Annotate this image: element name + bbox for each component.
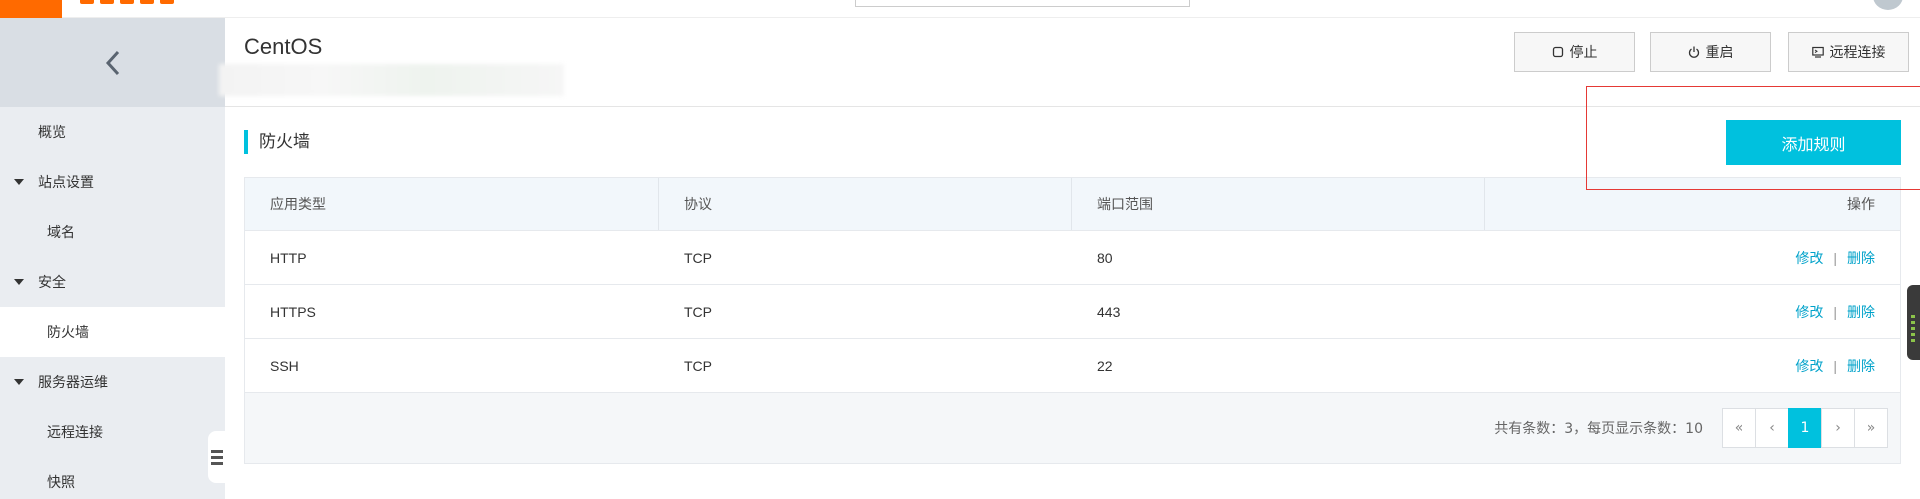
sidebar-item-overview[interactable]: 概览	[0, 107, 225, 157]
sidebar-item-label: 服务器运维	[38, 375, 108, 391]
brand-logo[interactable]	[0, 0, 62, 18]
sidebar-item-label: 域名	[47, 225, 75, 241]
port-cell: 22	[1097, 357, 1113, 374]
app-type-cell: HTTP	[270, 249, 307, 266]
pagination: « ‹ 1 › »	[1722, 408, 1888, 448]
firewall-rules-table: 应用类型 协议 端口范围 操作 HTTP TCP 80 修改 | 删除 HTTP…	[244, 177, 1901, 464]
sidebar-item-remote-connect[interactable]: 远程连接	[0, 407, 225, 457]
stop-icon	[1552, 46, 1564, 58]
delete-link[interactable]: 删除	[1847, 356, 1875, 376]
stop-button[interactable]: 停止	[1514, 32, 1635, 72]
table-row: HTTP TCP 80 修改 | 删除	[245, 231, 1900, 285]
actions-cell: 修改 | 删除	[1485, 285, 1900, 338]
top-navbar	[0, 0, 1920, 18]
sidebar-item-label: 防火墙	[47, 325, 89, 341]
sidebar-collapse-handle[interactable]	[208, 431, 226, 483]
first-page-button[interactable]: «	[1722, 408, 1756, 448]
redacted-instance-info	[219, 64, 564, 96]
section-title: 防火墙	[259, 132, 310, 152]
actions-cell: 修改 | 删除	[1485, 339, 1900, 392]
caret-down-icon	[14, 379, 24, 385]
protocol-cell: TCP	[684, 249, 712, 266]
edit-link[interactable]: 修改	[1795, 302, 1823, 322]
restart-button[interactable]: 重启	[1650, 32, 1771, 72]
last-page-button[interactable]: »	[1854, 408, 1888, 448]
sidebar-group-server-ops[interactable]: 服务器运维	[0, 357, 225, 407]
port-cell: 80	[1097, 249, 1113, 266]
sidebar-item-snapshot[interactable]: 快照	[0, 457, 225, 499]
top-search-input[interactable]	[855, 0, 1190, 7]
column-header: 协议	[659, 178, 1072, 230]
main-content: CentOS 停止 重启 远程连接 防火墙 添加规则 应用类型 协议 端口范围 …	[219, 18, 1920, 499]
avatar[interactable]	[1873, 0, 1903, 10]
remote-terminal-icon	[1811, 46, 1824, 58]
separator: |	[1833, 249, 1837, 266]
sidebar-item-domain[interactable]: 域名	[0, 207, 225, 257]
table-footer: 共有条数：3，每页显示条数：10 « ‹ 1 › »	[245, 393, 1900, 463]
sidebar-item-firewall[interactable]: 防火墙	[0, 307, 225, 357]
current-page-button[interactable]: 1	[1788, 408, 1822, 448]
remote-connect-button[interactable]: 远程连接	[1788, 32, 1909, 72]
delete-link[interactable]: 删除	[1847, 248, 1875, 268]
page-title: CentOS	[244, 34, 323, 59]
column-header: 应用类型	[245, 178, 659, 230]
protocol-cell: TCP	[684, 357, 712, 374]
sidebar-item-label: 概览	[38, 125, 66, 141]
separator: |	[1833, 303, 1837, 320]
sidebar-header	[0, 18, 225, 107]
table-row: SSH TCP 22 修改 | 删除	[245, 339, 1900, 393]
brand-wordmark	[80, 0, 180, 4]
port-cell: 443	[1097, 303, 1121, 320]
section-accent-bar	[244, 130, 248, 154]
sidebar-item-label: 站点设置	[38, 175, 94, 191]
delete-link[interactable]: 删除	[1847, 302, 1875, 322]
sidebar: 概览 站点设置 域名 安全 防火墙 服务器运维 远程连接 快照	[0, 18, 226, 499]
edit-link[interactable]: 修改	[1795, 356, 1823, 376]
caret-down-icon	[14, 179, 24, 185]
total-count-text: 共有条数：3，每页显示条数：10	[1494, 421, 1703, 437]
sidebar-item-label: 远程连接	[47, 425, 103, 441]
caret-down-icon	[14, 279, 24, 285]
sidebar-group-site-settings[interactable]: 站点设置	[0, 157, 225, 207]
protocol-cell: TCP	[684, 303, 712, 320]
power-icon	[1688, 46, 1700, 58]
sidebar-item-label: 快照	[47, 475, 75, 491]
actions-cell: 修改 | 删除	[1485, 231, 1900, 284]
chevron-left-icon[interactable]	[98, 48, 128, 78]
app-type-cell: HTTPS	[270, 303, 316, 320]
prev-page-button[interactable]: ‹	[1755, 408, 1789, 448]
app-type-cell: SSH	[270, 357, 299, 374]
column-header: 端口范围	[1072, 178, 1485, 230]
sidebar-item-label: 安全	[38, 275, 66, 291]
separator: |	[1833, 357, 1837, 374]
highlight-annotation-box	[1586, 86, 1920, 190]
edit-link[interactable]: 修改	[1795, 248, 1823, 268]
sidebar-group-security[interactable]: 安全	[0, 257, 225, 307]
next-page-button[interactable]: ›	[1821, 408, 1855, 448]
side-floating-widget[interactable]	[1907, 285, 1920, 360]
table-row: HTTPS TCP 443 修改 | 删除	[245, 285, 1900, 339]
